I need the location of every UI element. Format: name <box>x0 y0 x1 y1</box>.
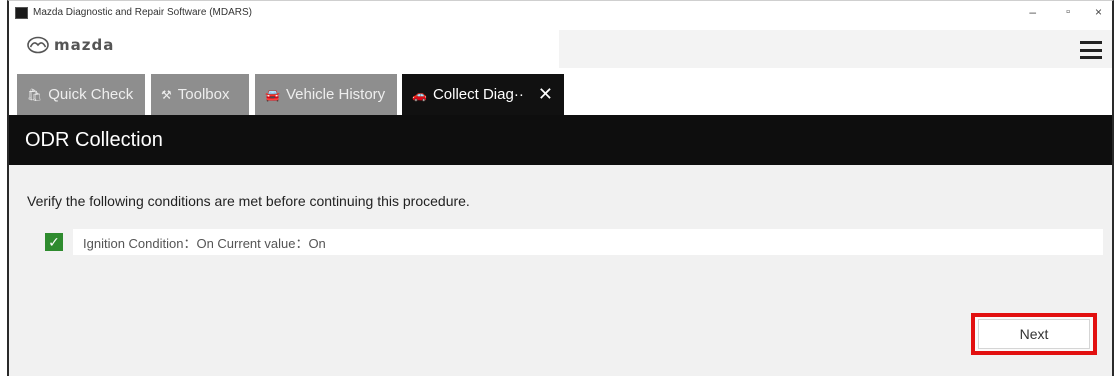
toolbox-bag-icon: 🛍 <box>27 87 43 102</box>
close-window-button[interactable]: × <box>1095 5 1102 19</box>
tab-quick-check[interactable]: 🛍 Quick Check <box>17 74 145 115</box>
app-icon <box>15 7 28 19</box>
tab-label: Toolbox <box>177 86 230 103</box>
condition-row: Ignition Condition：On Current value：On <box>73 229 1103 255</box>
minimize-button[interactable]: – <box>1029 5 1036 19</box>
tab-label: Vehicle History <box>285 86 386 103</box>
tools-icon: ⚒ <box>161 87 172 102</box>
tab-vehicle-history[interactable]: 🚘 Vehicle History <box>255 74 397 115</box>
condition-text: Ignition Condition：On Current value：On <box>83 235 326 251</box>
title-bar: Mazda Diagnostic and Repair Software (MD… <box>9 1 1112 27</box>
brand-bar: mazda <box>9 27 1112 71</box>
car-icon: 🚘 <box>265 87 280 102</box>
page-title: ODR Collection <box>25 129 163 151</box>
window-title: Mazda Diagnostic and Repair Software (MD… <box>33 7 252 18</box>
tab-toolbox[interactable]: ⚒ Toolbox <box>151 74 249 115</box>
brand-bar-fill <box>559 30 1112 68</box>
car-scan-icon: 🚗 <box>412 87 427 102</box>
hamburger-icon[interactable] <box>1080 41 1102 59</box>
page-header: ODR Collection <box>9 115 1112 165</box>
close-tab-icon[interactable]: ✕ <box>538 84 553 105</box>
tab-collect-diag[interactable]: 🚗 Collect Diag·· ✕ <box>402 74 564 115</box>
tab-label: Collect Diag·· <box>432 86 524 103</box>
tab-label: Quick Check <box>48 86 134 103</box>
next-button-highlight: Next <box>971 313 1097 355</box>
mazda-logo: mazda <box>27 36 114 54</box>
maximize-button[interactable]: ▫ <box>1066 5 1070 19</box>
app-window: Mazda Diagnostic and Repair Software (MD… <box>7 0 1114 376</box>
mazda-emblem-icon <box>27 36 49 54</box>
content-area: Verify the following conditions are met … <box>9 165 1112 376</box>
next-button[interactable]: Next <box>978 319 1090 349</box>
instruction-text: Verify the following conditions are met … <box>27 193 470 209</box>
mazda-wordmark: mazda <box>54 36 115 54</box>
condition-checkbox[interactable]: ✓ <box>45 233 63 251</box>
tab-bar: 🛍 Quick Check ⚒ Toolbox 🚘 Vehicle Histor… <box>9 71 1112 115</box>
